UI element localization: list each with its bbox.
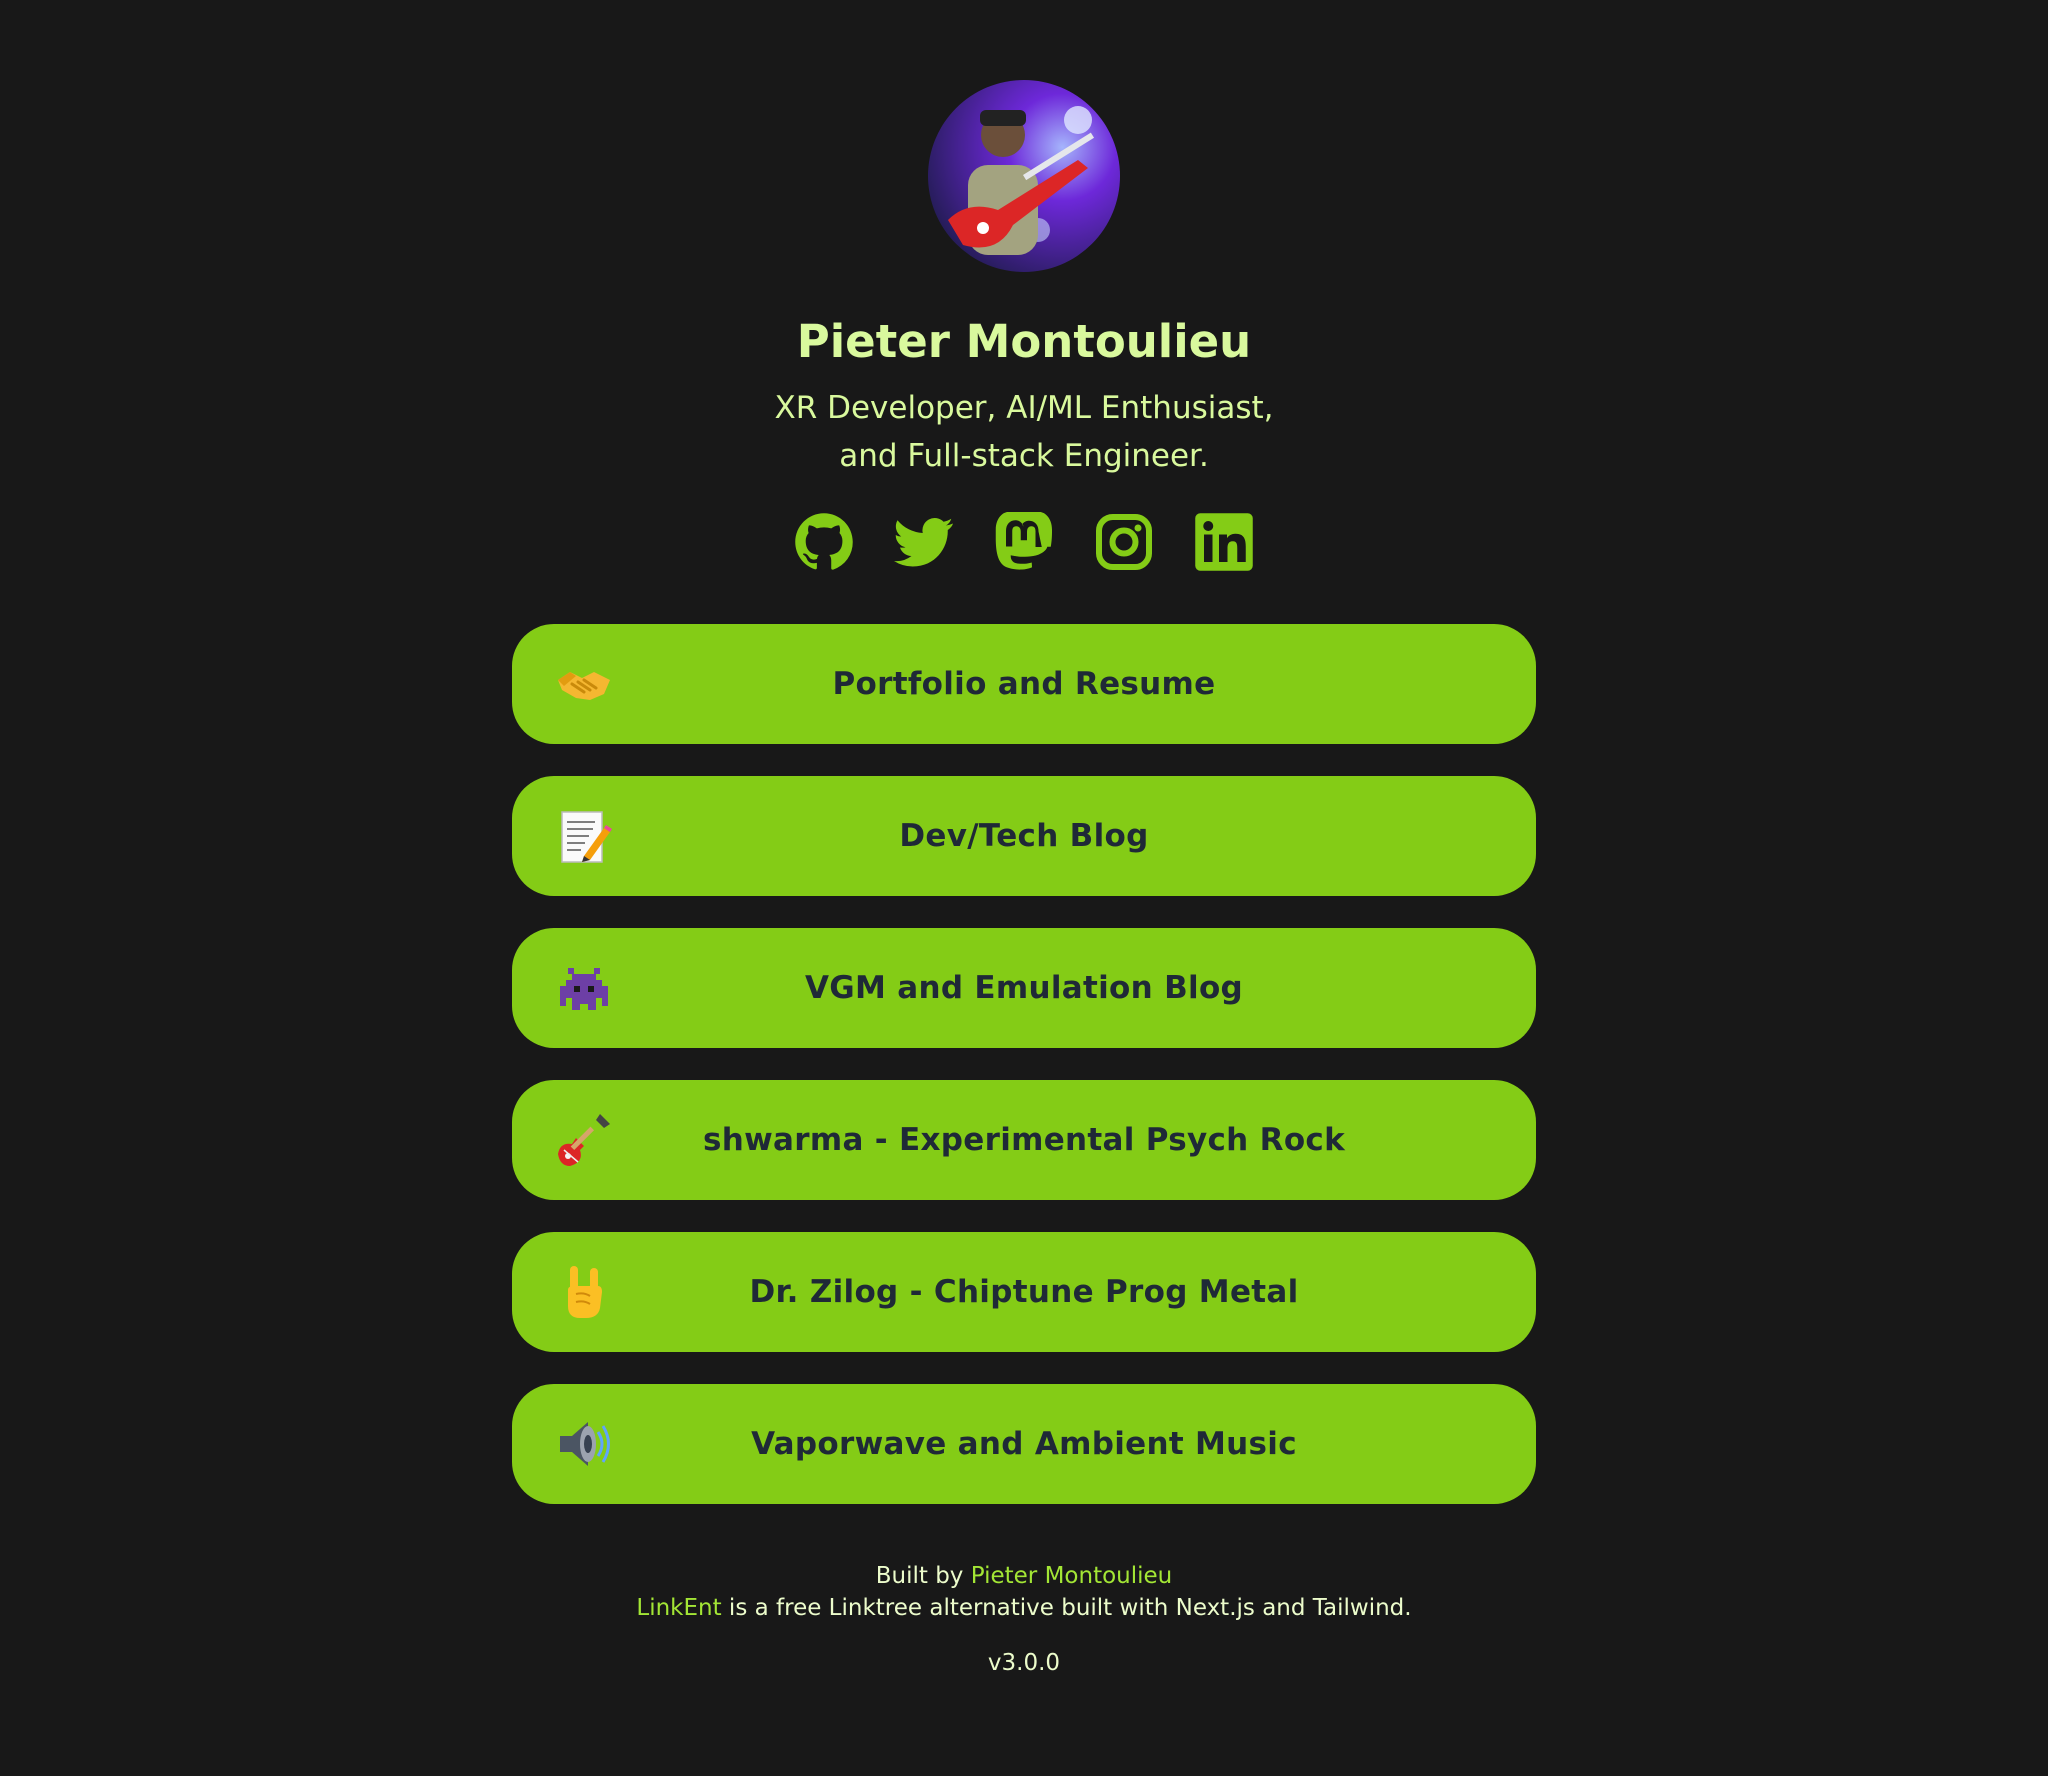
twitter-icon[interactable] [894, 512, 954, 572]
author-link[interactable]: Pieter Montoulieu [971, 1563, 1173, 1589]
memo-icon [554, 806, 614, 866]
avatar [928, 80, 1120, 272]
github-icon[interactable] [794, 512, 854, 572]
speaker-icon [554, 1414, 614, 1474]
version-label: v3.0.0 [987, 1650, 1061, 1676]
handshake-icon [554, 654, 614, 714]
link-button-dev-blog[interactable]: Dev/Tech Blog [512, 776, 1536, 896]
link-button-vgm-blog[interactable]: VGM and Emulation Blog [512, 928, 1536, 1048]
built-by-line: Built by Pieter Montoulieu [0, 1560, 2048, 1592]
footer: Built by Pieter Montoulieu LinkEnt is a … [0, 1560, 2048, 1624]
built-by-prefix: Built by [875, 1563, 971, 1589]
link-label: shwarma - Experimental Psych Rock [702, 1122, 1346, 1158]
linkent-description: is a free Linktree alternative built wit… [721, 1595, 1412, 1621]
guitar-icon [554, 1110, 614, 1170]
profile-name: Pieter Montoulieu [796, 315, 1252, 368]
linkedin-icon[interactable] [1194, 512, 1254, 572]
link-label: Vaporwave and Ambient Music [751, 1426, 1297, 1462]
mastodon-icon[interactable] [994, 512, 1054, 572]
link-label: VGM and Emulation Blog [804, 970, 1244, 1006]
bio-line-1: XR Developer, AI/ML Enthusiast, [774, 390, 1274, 426]
instagram-icon[interactable] [1094, 512, 1154, 572]
linkent-line: LinkEnt is a free Linktree alternative b… [0, 1592, 2048, 1624]
linkent-link[interactable]: LinkEnt [636, 1595, 721, 1621]
link-button-shwarma[interactable]: shwarma - Experimental Psych Rock [512, 1080, 1536, 1200]
bio-line-2: and Full-stack Engineer. [839, 438, 1209, 474]
profile-bio: XR Developer, AI/ML Enthusiast, and Full… [0, 384, 2048, 480]
link-button-portfolio[interactable]: Portfolio and Resume [512, 624, 1536, 744]
link-label: Dev/Tech Blog [899, 818, 1149, 854]
link-list: Portfolio and Resume Dev/Tech Blog VGM a… [512, 624, 1536, 1536]
social-links [0, 512, 2048, 572]
link-button-dr-zilog[interactable]: Dr. Zilog - Chiptune Prog Metal [512, 1232, 1536, 1352]
space-invader-icon [554, 958, 614, 1018]
link-label: Portfolio and Resume [832, 666, 1216, 702]
rock-hand-icon [554, 1262, 614, 1322]
link-button-vaporwave[interactable]: Vaporwave and Ambient Music [512, 1384, 1536, 1504]
link-label: Dr. Zilog - Chiptune Prog Metal [749, 1274, 1299, 1310]
